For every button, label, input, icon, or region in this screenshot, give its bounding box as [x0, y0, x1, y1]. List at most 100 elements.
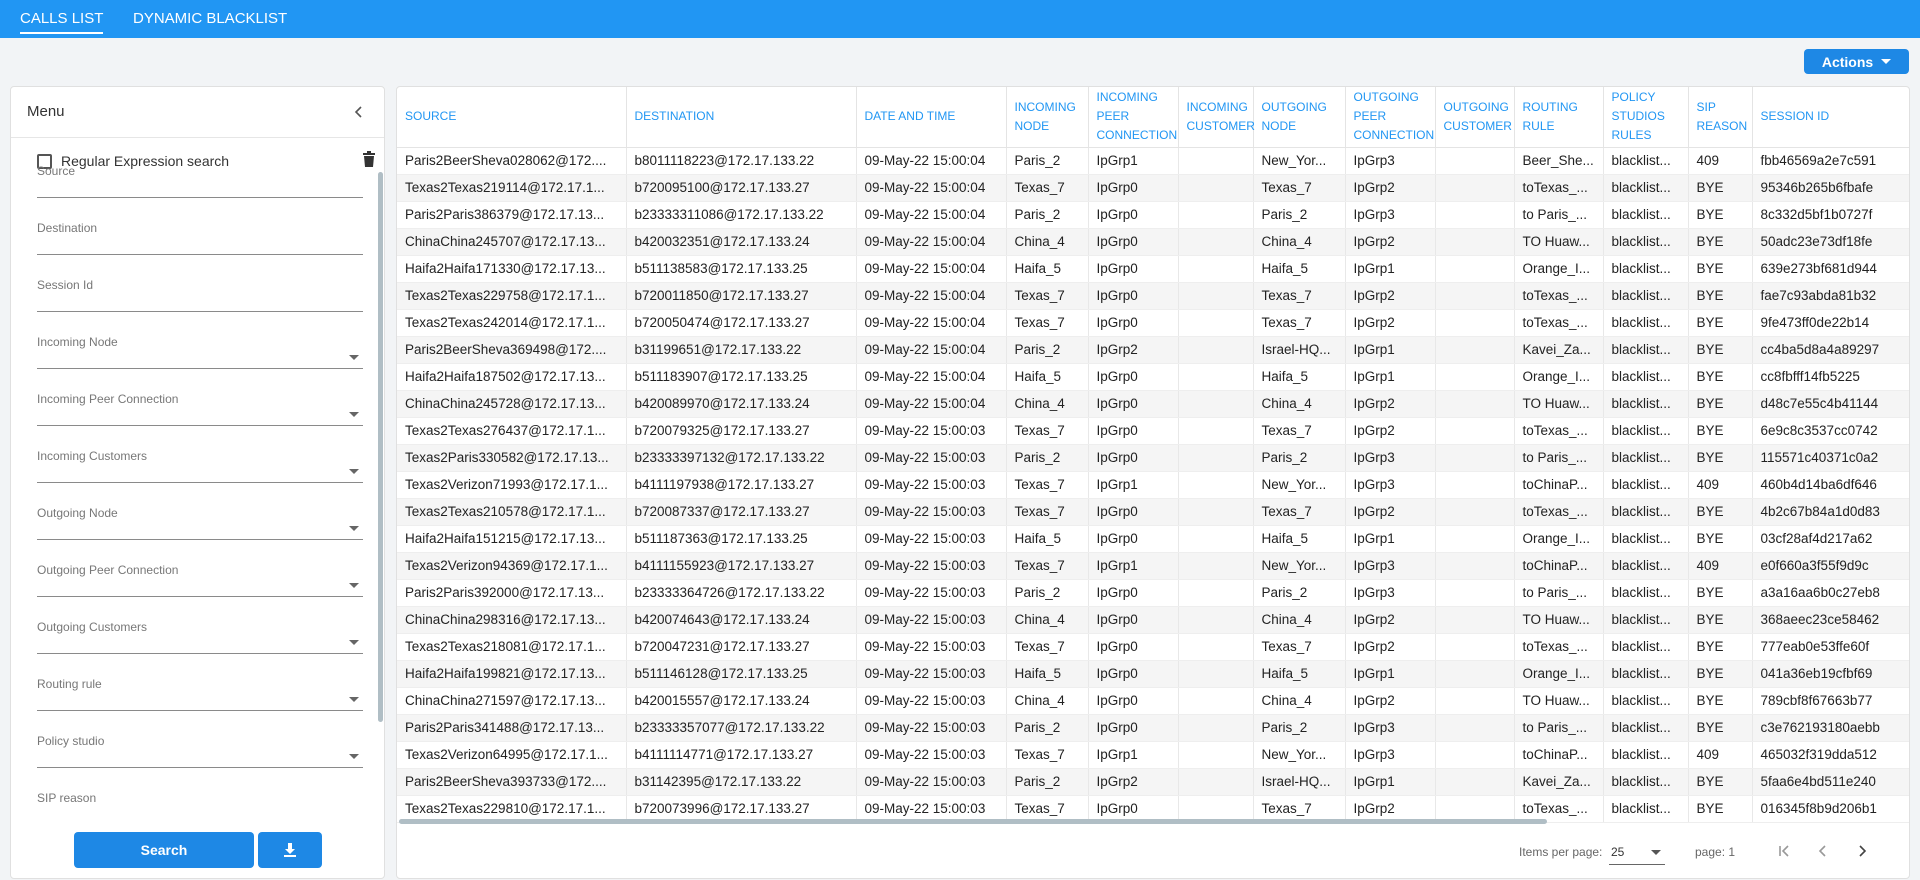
- download-button[interactable]: [258, 832, 322, 868]
- column-header-outgoing-node[interactable]: OUTGOING NODE: [1253, 87, 1346, 148]
- table-row[interactable]: Haifa2Haifa187502@172.17.13... b511183907…: [397, 363, 1909, 391]
- table-row[interactable]: Texas2Texas218081@172.17.1... b720047231@…: [397, 633, 1909, 661]
- dropdown-arrow-icon: [1651, 850, 1661, 855]
- table-row[interactable]: Paris2Paris392000@172.17.13... b233333647…: [397, 579, 1909, 607]
- table-cell: IpGrp2: [1088, 336, 1179, 364]
- table-row[interactable]: Paris2BeerSheva369498@172.... b31199651@1…: [397, 336, 1909, 364]
- table-cell: IpGrp0: [1088, 714, 1179, 742]
- incoming-peer-connection-select[interactable]: Incoming Peer Connection: [37, 392, 363, 426]
- table-cell: BYE: [1688, 363, 1753, 391]
- table-row[interactable]: ChinaChina298316@172.17.13... b420074643@…: [397, 606, 1909, 634]
- sip-reason-select[interactable]: SIP reason: [37, 791, 363, 803]
- column-header-session-id[interactable]: SESSION ID: [1752, 87, 1909, 148]
- table-cell: [1178, 309, 1254, 337]
- table-cell: New_Yor...: [1253, 147, 1346, 175]
- session-id-input[interactable]: Session Id: [37, 278, 363, 312]
- table-row[interactable]: Texas2Verizon64995@172.17.1... b411111477…: [397, 741, 1909, 769]
- column-header-routing-rule[interactable]: ROUTING RULE: [1514, 87, 1604, 148]
- table-row[interactable]: Haifa2Haifa199821@172.17.13... b511146128…: [397, 660, 1909, 688]
- destination-input[interactable]: Destination: [37, 221, 363, 255]
- sidebar-scrollbar[interactable]: [378, 172, 384, 802]
- table-cell: IpGrp0: [1088, 579, 1179, 607]
- previous-page-icon[interactable]: [1813, 841, 1833, 861]
- table-cell: IpGrp0: [1088, 255, 1179, 283]
- table-row[interactable]: Paris2Paris341488@172.17.13... b233333570…: [397, 714, 1909, 742]
- table-cell: 09-May-22 15:00:03: [856, 525, 1007, 553]
- column-header-incoming-customer[interactable]: INCOMING CUSTOMER: [1178, 87, 1255, 148]
- table-cell: BYE: [1688, 390, 1753, 418]
- incoming-customers-select[interactable]: Incoming Customers: [37, 449, 363, 483]
- column-header-source[interactable]: SOURCE: [397, 87, 627, 148]
- column-header-policy-studios-rules[interactable]: POLICY STUDIOS RULES: [1603, 87, 1689, 148]
- table-cell: [1435, 390, 1515, 418]
- sidebar-scrollbar-thumb[interactable]: [378, 172, 383, 722]
- search-button[interactable]: Search: [74, 832, 254, 868]
- table-cell: 5faa6e4bd511e240: [1752, 768, 1909, 796]
- table-cell: IpGrp1: [1345, 525, 1436, 553]
- table-cell: IpGrp1: [1088, 741, 1179, 769]
- table-row[interactable]: Paris2BeerSheva393733@172.... b31142395@1…: [397, 768, 1909, 796]
- top-nav-bar: CALLS LIST DYNAMIC BLACKLIST: [0, 0, 1920, 38]
- table-cell: Kavei_Za...: [1514, 336, 1604, 364]
- filter-sidebar: Menu Regular Expression search Source Des…: [10, 86, 385, 879]
- table-row[interactable]: ChinaChina245707@172.17.13... b420032351@…: [397, 228, 1909, 256]
- column-header-date-and-time[interactable]: DATE AND TIME: [856, 87, 1007, 148]
- column-header-destination[interactable]: DESTINATION: [626, 87, 857, 148]
- table-cell: 09-May-22 15:00:03: [856, 741, 1007, 769]
- table-cell: 09-May-22 15:00:04: [856, 336, 1007, 364]
- incoming-node-select[interactable]: Incoming Node: [37, 335, 363, 369]
- table-row[interactable]: Texas2Verizon94369@172.17.1... b411115592…: [397, 552, 1909, 580]
- table-row[interactable]: Texas2Texas210578@172.17.1... b720087337@…: [397, 498, 1909, 526]
- outgoing-peer-connection-select[interactable]: Outgoing Peer Connection: [37, 563, 363, 597]
- table-cell: [1178, 606, 1254, 634]
- outgoing-node-select[interactable]: Outgoing Node: [37, 506, 363, 540]
- column-header-outgoing-peer-connection[interactable]: OUTGOING PEER CONNECTION: [1345, 87, 1436, 148]
- tab-dynamic-blacklist[interactable]: DYNAMIC BLACKLIST: [133, 0, 287, 38]
- source-input[interactable]: Source: [37, 164, 363, 198]
- column-header-outgoing-customer[interactable]: OUTGOING CUSTOMER: [1435, 87, 1515, 148]
- table-cell: fae7c93abda81b32: [1752, 282, 1909, 310]
- policy-studio-select[interactable]: Policy studio: [37, 734, 363, 768]
- table-cell: Haifa2Haifa171330@172.17.13...: [397, 255, 627, 283]
- table-row[interactable]: Haifa2Haifa151215@172.17.13... b511187363…: [397, 525, 1909, 553]
- outgoing-customers-label: Outgoing Customers: [37, 620, 148, 634]
- table-horizontal-scrollbar[interactable]: [397, 819, 1909, 825]
- next-page-icon[interactable]: [1852, 841, 1872, 861]
- table-cell: TO Huaw...: [1514, 606, 1604, 634]
- table-cell: IpGrp2: [1345, 417, 1436, 445]
- outgoing-customers-select[interactable]: Outgoing Customers: [37, 620, 363, 654]
- column-header-sip-reason[interactable]: SIP REASON: [1688, 87, 1753, 148]
- tab-calls-list[interactable]: CALLS LIST: [20, 0, 104, 38]
- table-cell: ChinaChina271597@172.17.13...: [397, 687, 627, 715]
- table-row[interactable]: ChinaChina245728@172.17.13... b420089970@…: [397, 390, 1909, 418]
- items-per-page-select[interactable]: 25: [1609, 839, 1665, 865]
- table-row[interactable]: Texas2Texas276437@172.17.1... b720079325@…: [397, 417, 1909, 445]
- chevron-left-icon[interactable]: [350, 103, 368, 121]
- table-row[interactable]: Texas2Verizon71993@172.17.1... b411119793…: [397, 471, 1909, 499]
- table-row[interactable]: ChinaChina271597@172.17.13... b420015557@…: [397, 687, 1909, 715]
- table-row[interactable]: Texas2Texas242014@172.17.1... b720050474@…: [397, 309, 1909, 337]
- actions-button[interactable]: Actions: [1804, 49, 1909, 74]
- table-row[interactable]: Haifa2Haifa171330@172.17.13... b511138583…: [397, 255, 1909, 283]
- table-row[interactable]: Texas2Texas229810@172.17.1... b720073996@…: [397, 795, 1909, 823]
- table-cell: China_4: [1253, 228, 1346, 256]
- table-cell: cc8fbfff14fb5225: [1752, 363, 1909, 391]
- column-header-incoming-node[interactable]: INCOMING NODE: [1006, 87, 1089, 148]
- table-cell: 465032f319dda512: [1752, 741, 1909, 769]
- table-cell: China_4: [1006, 390, 1089, 418]
- first-page-icon[interactable]: [1774, 841, 1794, 861]
- table-scrollbar-thumb[interactable]: [399, 819, 1547, 824]
- table-cell: Paris2BeerSheva393733@172....: [397, 768, 627, 796]
- table-row[interactable]: Paris2Paris386379@172.17.13... b233333110…: [397, 201, 1909, 229]
- table-cell: New_Yor...: [1253, 552, 1346, 580]
- column-header-incoming-peer-connection[interactable]: INCOMING PEER CONNECTION: [1088, 87, 1179, 148]
- table-row[interactable]: Texas2Texas219114@172.17.1... b720095100@…: [397, 174, 1909, 202]
- table-cell: BYE: [1688, 633, 1753, 661]
- table-row[interactable]: Texas2Paris330582@172.17.13... b233333971…: [397, 444, 1909, 472]
- trash-icon[interactable]: [362, 151, 376, 167]
- table-row[interactable]: Paris2BeerSheva028062@172.... b8011118223…: [397, 147, 1909, 175]
- routing-rule-select[interactable]: Routing rule: [37, 677, 363, 711]
- table-cell: Paris_2: [1006, 336, 1089, 364]
- table-cell: TO Huaw...: [1514, 228, 1604, 256]
- table-row[interactable]: Texas2Texas229758@172.17.1... b720011850@…: [397, 282, 1909, 310]
